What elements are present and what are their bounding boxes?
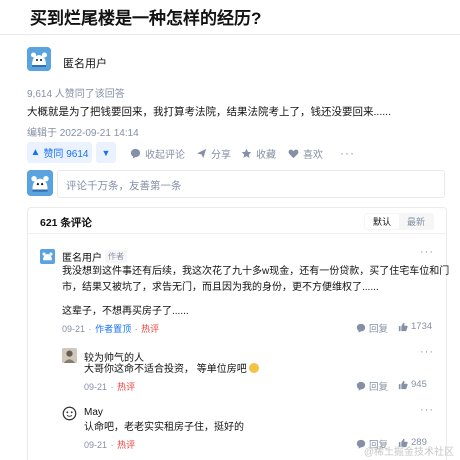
author-badge: 作者 [105,250,127,263]
reply-button[interactable]: 回复 [356,321,388,335]
author-avatar[interactable] [27,47,51,71]
comment-author[interactable]: May [84,407,103,418]
comment-more-icon[interactable]: ··· [420,404,434,416]
comment-more-icon[interactable]: ··· [420,346,434,358]
comment-more-icon[interactable]: ··· [420,246,434,258]
comment-avatar[interactable] [62,348,77,363]
anonymous-avatar-icon [27,47,51,71]
collapse-comments-button[interactable]: 收起评论 [130,146,185,161]
watermark: @稀土掘金技术社区 [363,447,454,458]
like-button[interactable]: 喜欢 [288,146,323,161]
star-icon [241,148,252,158]
comment-date: 09-21 [84,382,108,392]
thumbs-up-icon [398,322,408,331]
current-user-avatar [27,170,53,196]
question-title[interactable]: 买到烂尾楼是一种怎样的经历? [30,4,261,29]
sort-toggle: 默认 最新 [363,213,434,230]
triangle-down-icon: ▼ [101,147,111,158]
triangle-up-icon: ▲ [30,147,41,158]
emoji-icon [248,363,259,373]
author-name: 匿名用户 [63,58,107,70]
edit-time[interactable]: 编辑于 2022-09-21 14:14 [27,124,139,139]
downvote-button[interactable]: ▼ [96,142,116,163]
sort-latest-tab[interactable]: 最新 [399,214,433,229]
favorite-label: 收藏 [256,150,276,161]
share-button[interactable]: 分享 [196,146,231,161]
sort-default-tab[interactable]: 默认 [364,214,399,229]
upvote-label: 赞同 9614 [43,149,89,160]
like-count: 1734 [411,321,433,332]
comment-bubble-icon [356,323,366,333]
comment-date: 09-21 [84,440,108,450]
comments-header: 621 条评论 默认 最新 [28,208,446,234]
anonymous-avatar-icon [40,249,55,264]
upvote-count-text: 9,614 人赞同了该回答 [27,89,125,100]
comment-input[interactable]: 评论千万条，友善第一条 [57,170,445,198]
more-actions-button[interactable]: ··· [340,146,355,160]
user-photo-icon [62,348,77,363]
reply-button[interactable]: 回复 [356,379,388,393]
comment-like-button[interactable]: 945 [398,379,427,390]
comment-line: 这辈子，不想再买房子了...... [62,306,189,317]
more-dots-icon: ··· [340,146,355,160]
comment-like-button[interactable]: 1734 [398,321,432,332]
upvote-button[interactable]: ▲ 赞同 9614 [27,142,92,163]
share-label: 分享 [211,150,231,161]
comment-author[interactable]: 匿名用户 [62,249,102,264]
comment-avatar[interactable] [40,249,55,264]
comment-meta: 09-21 · 热评 [84,382,136,392]
comment-text-content: 大哥你这命不适合投资， 等单位房吧 [84,364,247,375]
divider [0,34,460,35]
comment-bubble-icon [356,381,366,391]
hot-tag: 热评 [141,324,160,334]
pinned-tag: 作者置顶 [95,324,132,334]
comment-text: 大哥你这命不适合投资， 等单位房吧 [84,362,259,378]
heart-icon [288,149,299,159]
hot-tag: 热评 [117,440,136,450]
comments-panel: 621 条评论 默认 最新 匿名用户 作者 ··· 我没想到这件事还有后续，我这… [27,207,450,460]
favorite-button[interactable]: 收藏 [241,146,276,161]
comment-date: 09-21 [62,324,86,334]
comment-bubble-icon [130,148,141,159]
answer-content: 大概就是为了把钱要回来，我打算考法院，结果法院考上了，钱还没要回来...... [27,106,392,118]
face-doodle-icon [62,406,77,421]
anonymous-avatar-icon [27,170,53,196]
comment-avatar[interactable] [62,406,77,421]
comment-text: 认命吧，老老实实租房子住，挺好的 [84,422,244,433]
comment-count: 621 条评论 [40,217,92,229]
reply-label: 回复 [369,324,389,335]
like-count: 945 [411,379,427,390]
like-label: 喜欢 [303,150,323,161]
reply-label: 回复 [369,382,389,393]
thumbs-up-icon [398,380,408,389]
collapse-comments-label: 收起评论 [145,150,185,161]
hot-tag: 热评 [117,382,136,392]
comment-line: 市，结果又被坑了，求告无门，而且因为我的身份，更不方便维权了...... [62,282,379,293]
share-plane-icon [196,148,207,159]
comment-meta: 09-21 · 作者置顶 · 热评 [62,324,160,334]
comment-meta: 09-21 · 热评 [84,440,136,450]
comment-line: 我没想到这件事还有后续，我这次花了九十多w现金，还有一份贷款，买了住宅车位和门 [62,266,450,277]
